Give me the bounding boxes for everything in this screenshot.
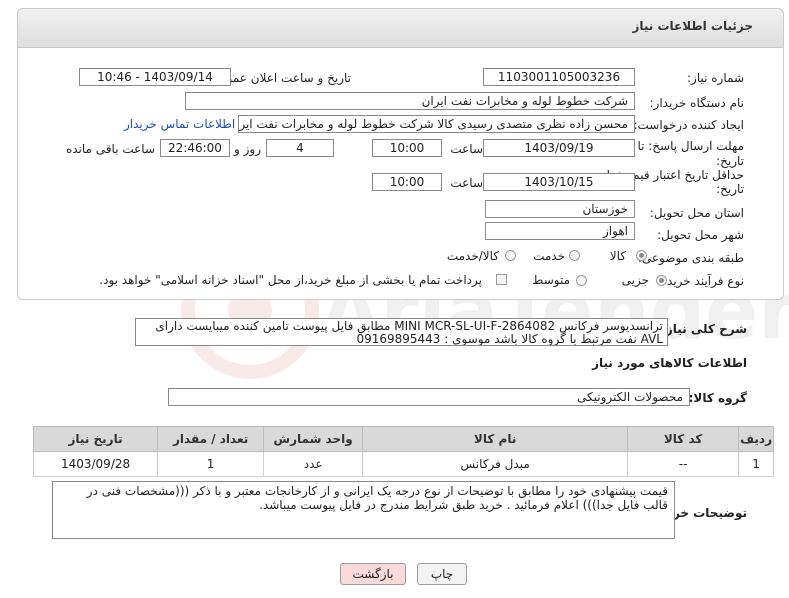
- panel-header: جزئیات اطلاعات نیاز: [17, 8, 784, 48]
- table-row: 1 -- مبدل فرکانس عدد 1 1403/09/28: [32, 451, 774, 477]
- creator-label: ایجاد کننده درخواست:: [633, 118, 744, 132]
- cell-row-number: 1: [738, 451, 774, 477]
- cell-name: مبدل فرکانس: [362, 451, 629, 477]
- process-option-medium: متوسط: [532, 273, 570, 287]
- col-header-qty: تعداد / مقدار: [157, 426, 265, 452]
- buyer-org-label: نام دستگاه خریدار:: [649, 96, 745, 110]
- cell-qty: 1: [157, 451, 265, 477]
- deadline-date-label: تاریخ:: [716, 154, 744, 168]
- category-option-goods: کالا: [609, 249, 626, 263]
- goods-group-label: گروه کالا:: [688, 391, 747, 405]
- description-label: شرح کلی نیاز:: [661, 322, 747, 336]
- days-field: 4: [266, 139, 334, 157]
- category-option-service: خدمت: [533, 249, 565, 263]
- col-header-row: ردیف: [738, 426, 774, 452]
- buyer-org-field: شرکت خطوط لوله و مخابرات نفت ایران: [185, 92, 635, 110]
- category-option-goods-service: کالا/خدمت: [446, 249, 499, 263]
- panel-title: جزئیات اطلاعات نیاز: [632, 19, 753, 33]
- deadline-time-label: ساعت: [450, 142, 483, 156]
- description-field: ترانسدیوسر فرکانس MINI MCR-SL-UI-F-28640…: [135, 318, 668, 346]
- category-label: طبقه بندی موضوعی:: [637, 251, 744, 265]
- validity-time-label: ساعت: [450, 176, 483, 190]
- back-button[interactable]: بازگشت: [340, 563, 406, 585]
- treasury-payment-checkbox[interactable]: [496, 274, 507, 285]
- deadline-label: مهلت ارسال پاسخ: تا: [637, 139, 744, 153]
- cell-unit: عدد: [263, 451, 364, 477]
- process-radio-minor[interactable]: [656, 275, 667, 286]
- buyer-contact-link[interactable]: اطلاعات تماس خریدار: [124, 117, 235, 131]
- category-radio-goods-service[interactable]: [505, 250, 516, 261]
- need-number-label: شماره نیاز:: [687, 71, 744, 85]
- need-number-field: 1103001105003236: [483, 68, 635, 86]
- remaining-label: ساعت باقی مانده: [65, 142, 155, 156]
- days-label: روز و: [234, 142, 261, 156]
- announce-datetime-field: 1403/09/14 - 10:46: [79, 68, 231, 86]
- validity-time-field: 10:00: [372, 173, 442, 191]
- deadline-time-field: 10:00: [372, 139, 442, 157]
- province-label: استان محل تحویل:: [649, 206, 744, 220]
- category-radio-goods[interactable]: [636, 250, 647, 261]
- city-label: شهر محل تحویل:: [657, 228, 744, 242]
- col-header-name: نام کالا: [362, 426, 629, 452]
- col-header-unit: واحد شمارش: [263, 426, 364, 452]
- treasury-payment-text: پرداخت تمام یا بخشی از مبلغ خرید،از محل …: [99, 273, 482, 287]
- city-field: اهواز: [485, 222, 635, 240]
- goods-info-title: اطلاعات کالاهای مورد نیاز: [592, 356, 747, 370]
- items-table: ردیف کد کالا نام کالا واحد شمارش تعداد /…: [32, 426, 774, 477]
- cell-date: 1403/09/28: [32, 451, 159, 477]
- province-field: خوزستان: [485, 200, 635, 218]
- validity-date-label: تاریخ:: [716, 182, 744, 196]
- process-radio-medium[interactable]: [576, 275, 587, 286]
- print-button[interactable]: چاپ: [417, 563, 467, 585]
- remaining-time-field: 22:46:00: [160, 139, 230, 157]
- validity-date-field: 1403/10/15: [483, 173, 635, 191]
- process-option-minor: جزیی: [621, 273, 649, 287]
- buyer-notes-field: قیمت پیشنهادی خود را مطابق با توضیحات از…: [52, 481, 675, 539]
- col-header-code: کد کالا: [627, 426, 740, 452]
- creator-field: محسن زاده نظری متصدی رسیدی کالا شرکت خطو…: [238, 115, 635, 133]
- col-header-date: تاریخ نیاز: [32, 426, 159, 452]
- cell-code: --: [627, 451, 740, 477]
- process-label: نوع فرآیند خرید :: [659, 274, 744, 288]
- deadline-date-field: 1403/09/19: [483, 139, 635, 157]
- category-radio-service[interactable]: [569, 250, 580, 261]
- goods-group-field: محصولات الکترونیکی: [168, 388, 690, 406]
